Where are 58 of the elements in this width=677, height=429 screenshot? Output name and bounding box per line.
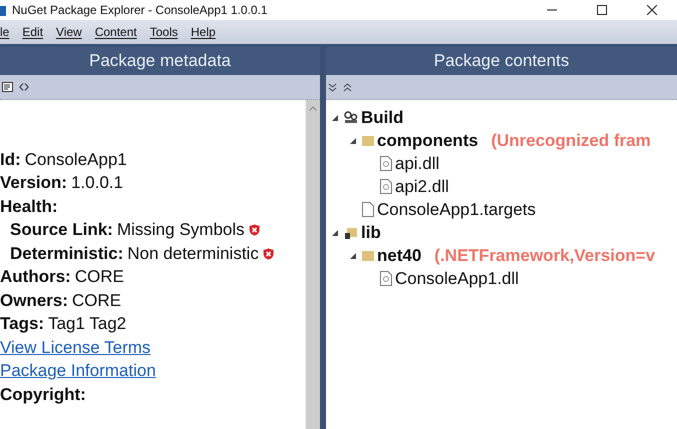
field-label: Id: [0,150,21,170]
error-shield-icon [248,224,260,236]
panel-header: Package contents [326,47,677,75]
panel-header: Package metadata [0,47,320,75]
field-value: CORE [74,267,124,288]
tree-item[interactable]: api.dll [326,152,677,175]
menu-item[interactable]: le [0,25,16,39]
field-label: Tags: [0,314,44,334]
field-label: Source Link: [10,220,113,240]
dll-file-icon [380,156,392,171]
field-value: Non deterministic [127,244,259,264]
folder-icon [362,250,374,260]
folder-icon [362,136,374,146]
menu-item[interactable]: Help [190,25,223,39]
field-value: ConsoleApp1 [24,150,127,170]
dll-file-icon [380,271,392,286]
field-label: Authors: [0,267,71,288]
window-title: NuGet Package Explorer - ConsoleApp1 1.0.0.1 [12,3,268,17]
error-shield-icon [262,248,274,260]
link[interactable]: Package Information [0,361,156,382]
field-value: 1.0.0.1 [71,173,124,194]
tree-item[interactable]: Build [326,106,677,129]
field-label: Copyright: [0,384,86,405]
tree-item[interactable]: api2.dll [326,175,677,198]
app-icon [0,4,6,16]
dll-file-icon [380,179,392,194]
menu-item[interactable]: Content [94,25,144,39]
field-value: Missing Symbols [116,220,245,240]
menu-item[interactable]: View [56,25,89,39]
field-value: CORE [72,290,122,311]
tree-item[interactable]: ConsoleApp1.dll [326,267,677,290]
code-view-icon[interactable] [19,83,29,91]
file-icon [362,202,374,217]
expand-all-icon[interactable] [343,82,352,92]
form-view-icon[interactable] [2,82,13,92]
expanded-arrow-icon[interactable] [350,138,356,144]
link[interactable]: View License Terms [0,338,151,358]
scrollbar[interactable] [305,100,320,429]
tree-item[interactable]: net40 (.NETFramework,Version=v [326,244,677,267]
maximize-icon[interactable] [597,5,607,15]
field-label: Owners: [0,290,68,311]
expanded-arrow-icon[interactable] [332,114,338,120]
field-label: Health: [0,196,58,217]
expanded-arrow-icon[interactable] [350,252,356,258]
framework-note: (Unrecognized fram [491,130,651,150]
tree-item[interactable]: ConsoleApp1.targets [326,198,677,221]
framework-note: (.NETFramework,Version=v [434,246,656,266]
tree-item[interactable]: components (Unrecognized fram [326,129,677,152]
tree-item[interactable]: lib [326,221,677,244]
menu-item[interactable]: Tools [150,25,185,39]
menu-item[interactable]: Edit [22,25,50,39]
collapse-all-icon[interactable] [328,82,337,92]
field-label: Deterministic: [10,244,124,264]
folder-icon [344,226,358,239]
field-label: Version: [0,173,68,194]
field-value: Tag1 Tag2 [48,314,126,334]
close-icon[interactable] [647,5,657,15]
expanded-arrow-icon[interactable] [332,230,338,236]
